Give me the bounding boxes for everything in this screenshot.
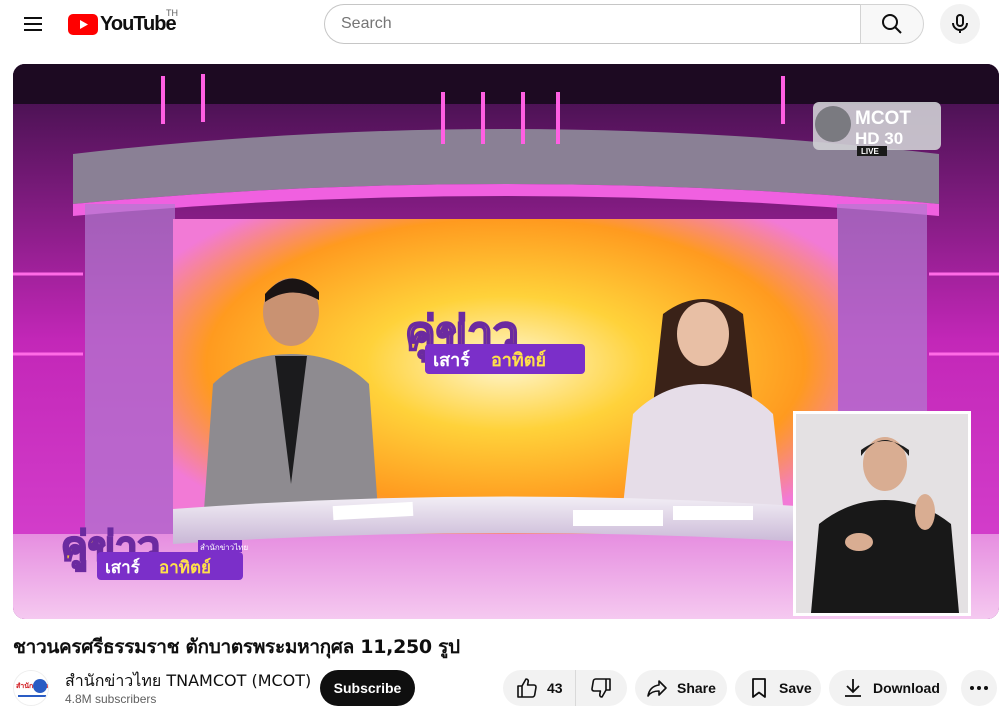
channel-name[interactable]: สำนักข่าวไทย TNAMCOT (MCOT) [65,669,311,694]
microphone-icon [952,14,968,33]
subscriber-count: 4.8M subscribers [65,692,157,706]
channel-avatar[interactable]: สำนัก ข่าวไทย [13,670,49,706]
channel-avatar-logo: สำนัก ข่าวไทย [14,671,48,705]
wall-program-days-2: อาทิตย์ [491,349,546,371]
sign-language-inset [793,411,971,616]
download-label: Download [873,680,940,696]
search-button[interactable] [860,4,924,44]
subscribe-button[interactable]: Subscribe [320,670,415,706]
save-button[interactable]: Save [735,670,821,706]
country-code: TH [166,8,178,18]
like-count: 43 [547,680,563,696]
video-owner-row: สำนัก ข่าวไทย สำนักข่าวไทย TNAMCOT (MCOT… [13,666,1003,710]
search-icon [882,14,902,34]
mcot-logo-text: MCOT [855,108,911,129]
voice-search-button[interactable] [940,4,980,44]
live-badge: LIVE [861,147,879,156]
like-button[interactable]: 43 [503,670,576,706]
youtube-play-icon [68,13,98,35]
search-input[interactable] [341,15,861,33]
corner-program-badge: สำนักข่าวไทย [200,543,248,552]
masthead: YouTube TH [0,0,1006,50]
search-box[interactable] [324,4,861,44]
share-button[interactable]: Share [635,670,727,706]
download-button[interactable]: Download [829,670,947,706]
corner-program-days: เสาร์ [105,557,141,578]
guide-menu-button[interactable] [14,6,52,42]
video-player[interactable]: คู่ข่าว เสาร์ อาทิตย์ คู่ข่าว สำนักข่าวไ… [13,64,999,619]
save-label: Save [779,680,812,696]
thumbs-down-icon [591,678,612,698]
youtube-wordmark: YouTube [100,12,177,35]
hamburger-menu-icon [24,17,42,31]
like-dislike-group: 43 [503,670,627,706]
video-title: ชาวนครศรีธรรมราช ตักบาตรพระมหากุศล 11,25… [13,636,460,658]
corner-program-days-2: อาทิตย์ [159,557,211,578]
bookmark-icon [752,678,766,698]
more-horizontal-icon [970,686,988,690]
mcot-logo-sub: HD 30 [855,129,903,148]
youtube-logo[interactable]: YouTube TH [68,8,178,36]
share-arrow-icon [647,680,667,697]
wall-program-days: เสาร์ [433,349,470,371]
thumbs-up-icon [517,678,537,698]
more-actions-button[interactable] [961,670,997,706]
mcot-hd-logo: MCOT HD 30 LIVE [813,102,941,156]
download-icon [845,679,861,697]
video-frame: คู่ข่าว เสาร์ อาทิตย์ คู่ข่าว สำนักข่าวไ… [13,64,999,619]
share-label: Share [677,680,716,696]
dislike-button[interactable] [576,670,627,706]
